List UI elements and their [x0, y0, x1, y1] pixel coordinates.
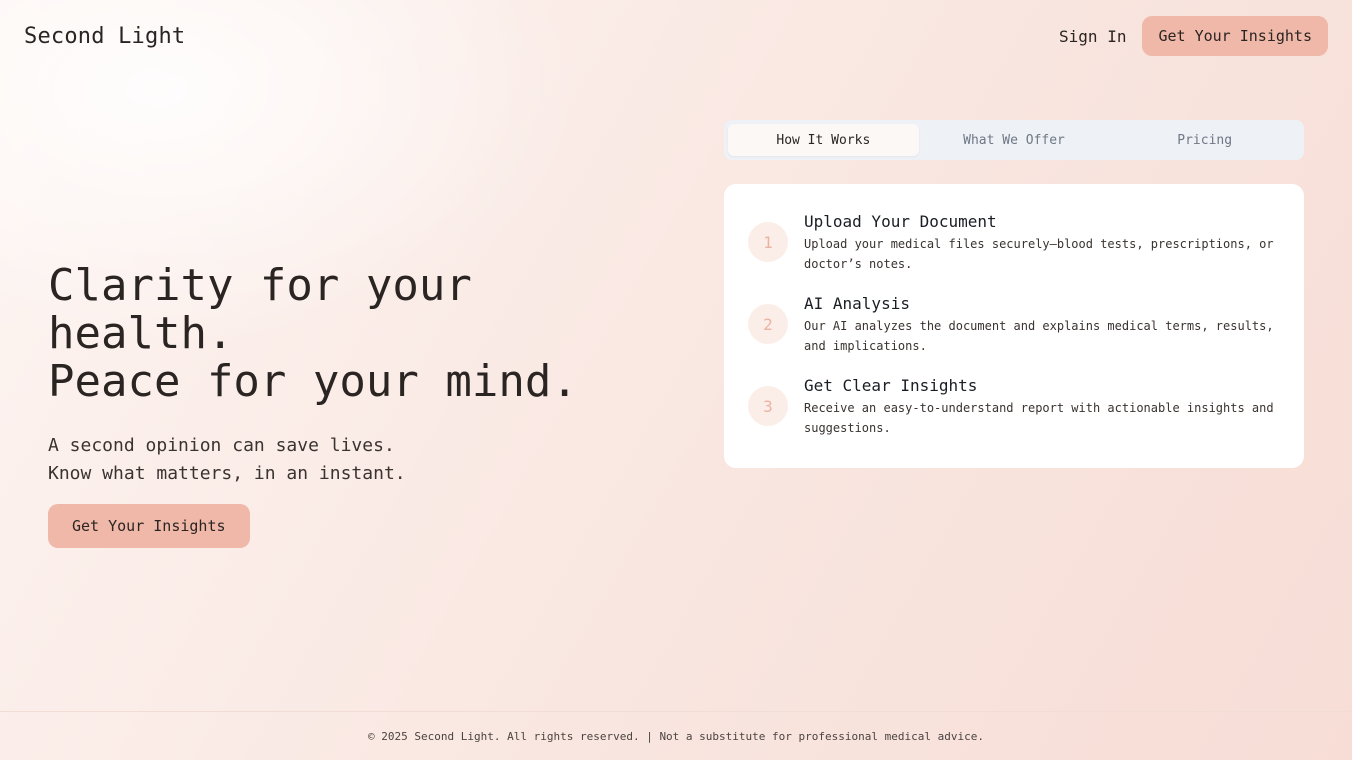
step-body: AI Analysis Our AI analyzes the document… — [804, 294, 1280, 356]
header-nav: Sign In Get Your Insights — [1059, 16, 1328, 56]
step-number-badge: 2 — [748, 304, 788, 344]
step-title: Get Clear Insights — [804, 376, 978, 395]
how-it-works-card: 1 Upload Your Document Upload your medic… — [724, 184, 1304, 468]
info-tabs: How It Works What We Offer Pricing — [724, 120, 1304, 160]
hero-title: Clarity for your health. Peace for your … — [48, 262, 648, 406]
step-item: 2 AI Analysis Our AI analyzes the docume… — [748, 294, 1280, 356]
step-description: Upload your medical files securely—blood… — [804, 237, 1274, 271]
site-header: Second Light Sign In Get Your Insights — [0, 0, 1352, 72]
tab-pricing[interactable]: Pricing — [1109, 124, 1300, 156]
hero-subtitle-line1: A second opinion can save lives. — [48, 435, 395, 456]
brand-logo[interactable]: Second Light — [24, 24, 185, 49]
step-body: Upload Your Document Upload your medical… — [804, 212, 1280, 274]
sign-in-link[interactable]: Sign In — [1059, 27, 1126, 46]
step-description: Receive an easy-to-understand report wit… — [804, 401, 1274, 435]
step-body: Get Clear Insights Receive an easy-to-un… — [804, 376, 1280, 438]
hero-title-line1: Clarity for your health. — [48, 260, 472, 359]
step-title: AI Analysis — [804, 294, 910, 313]
tab-what-we-offer[interactable]: What We Offer — [919, 124, 1110, 156]
hero-subtitle: A second opinion can save lives. Know wh… — [48, 432, 648, 488]
hero-get-insights-button[interactable]: Get Your Insights — [48, 504, 250, 548]
footer-text: © 2025 Second Light. All rights reserved… — [368, 729, 984, 743]
hero-title-line2: Peace for your mind. — [48, 356, 578, 407]
header-get-insights-button[interactable]: Get Your Insights — [1142, 16, 1328, 56]
hero-section: Clarity for your health. Peace for your … — [48, 262, 648, 548]
step-number-badge: 3 — [748, 386, 788, 426]
tab-how-it-works[interactable]: How It Works — [728, 124, 919, 156]
step-title: Upload Your Document — [804, 212, 997, 231]
step-number-badge: 1 — [748, 222, 788, 262]
site-footer: © 2025 Second Light. All rights reserved… — [0, 711, 1352, 760]
step-description: Our AI analyzes the document and explain… — [804, 319, 1274, 353]
step-item: 1 Upload Your Document Upload your medic… — [748, 212, 1280, 274]
step-item: 3 Get Clear Insights Receive an easy-to-… — [748, 376, 1280, 438]
hero-subtitle-line2: Know what matters, in an instant. — [48, 463, 406, 484]
